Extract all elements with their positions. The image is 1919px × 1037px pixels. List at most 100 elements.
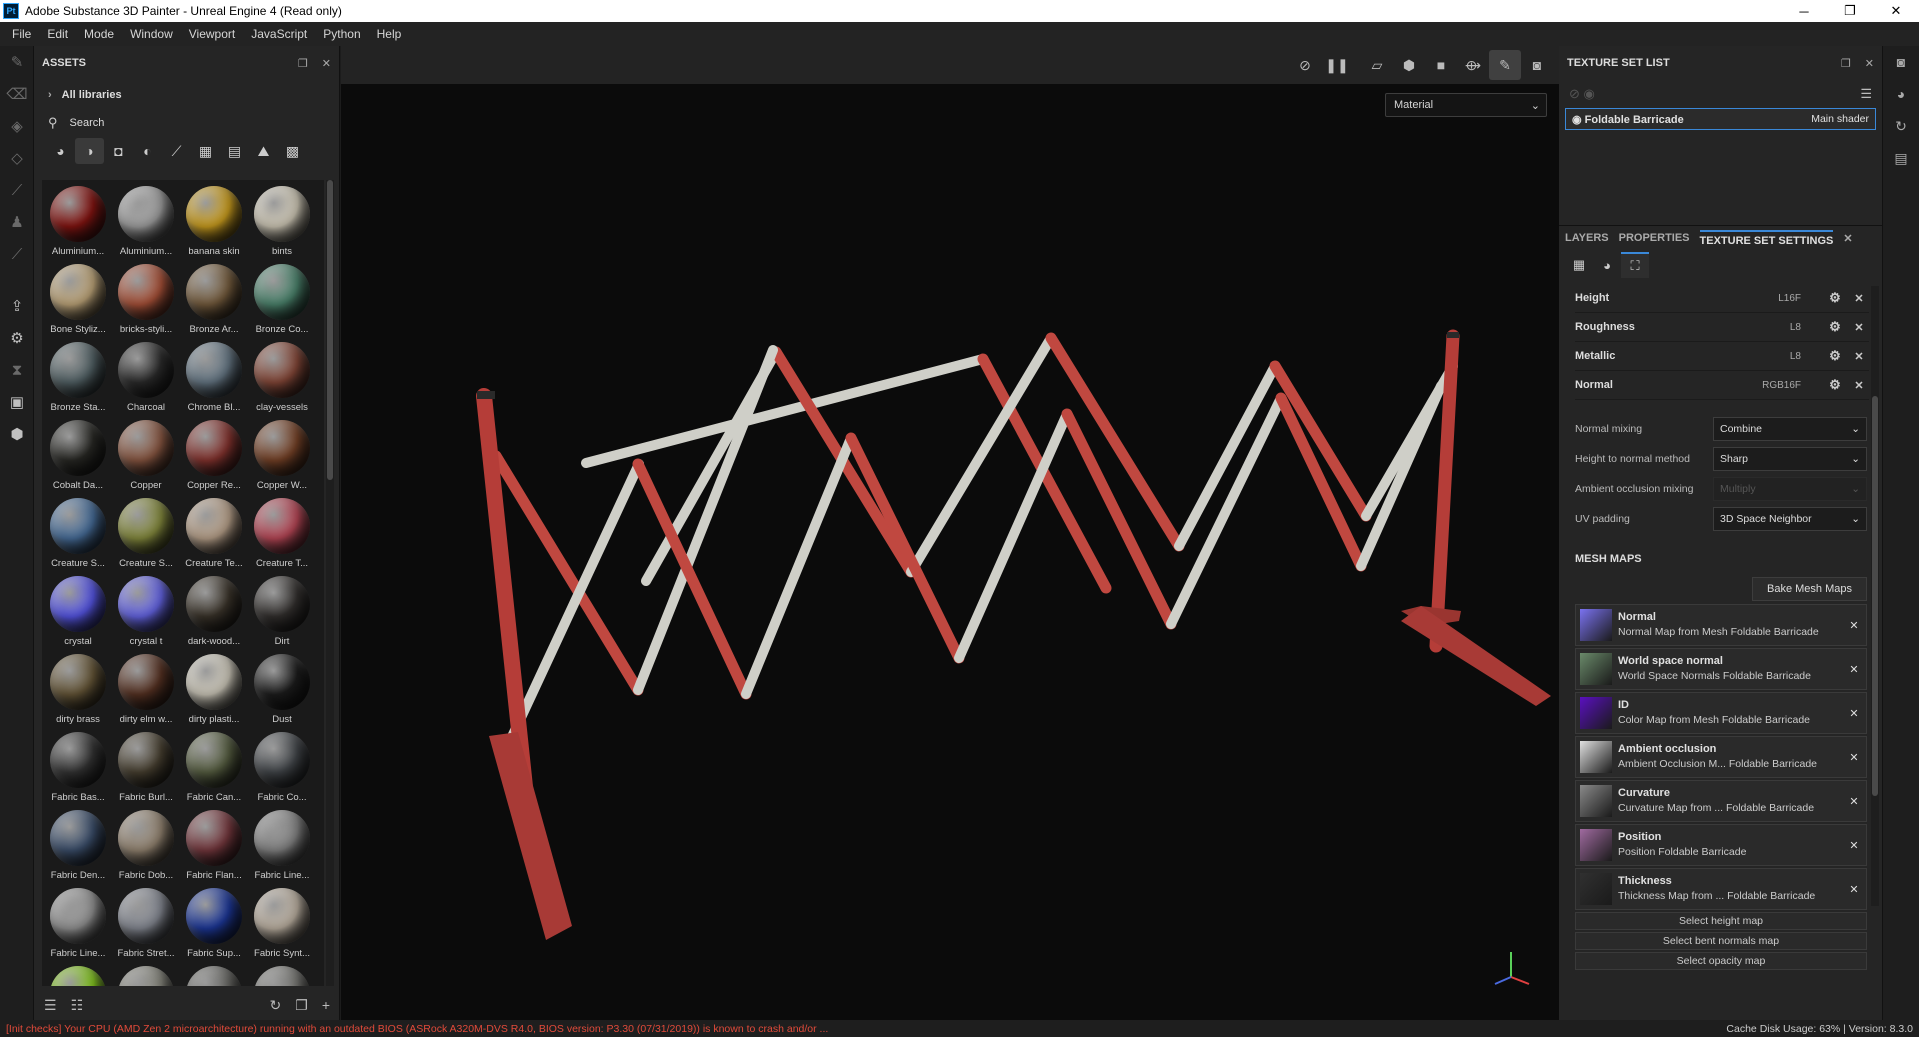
channel-format[interactable]: L16F: [1741, 293, 1801, 304]
generators-filter-icon[interactable]: ◐: [133, 138, 162, 164]
material-item[interactable]: Copper W...: [248, 420, 316, 498]
channel-format[interactable]: RGB16F: [1741, 380, 1801, 391]
environments-filter-icon[interactable]: ⛰: [249, 138, 278, 164]
material-item[interactable]: banana skin: [180, 186, 248, 264]
properties-scroll-thumb[interactable]: [1872, 396, 1878, 796]
material-item[interactable]: Fabric Line...: [248, 810, 316, 888]
channel-format[interactable]: L8: [1741, 351, 1801, 362]
material-item[interactable]: bints: [248, 186, 316, 264]
refresh-icon[interactable]: ↻: [270, 997, 282, 1014]
remove-map-icon[interactable]: ✕: [1842, 883, 1866, 896]
material-item[interactable]: Creature T...: [248, 498, 316, 576]
display-settings-icon[interactable]: ◙: [1883, 46, 1919, 78]
material-item[interactable]: Fabric Burl...: [112, 732, 180, 810]
material-item[interactable]: Fabric Line...: [44, 888, 112, 966]
assets-scroll-thumb[interactable]: [327, 180, 333, 480]
remove-map-icon[interactable]: ✕: [1842, 707, 1866, 720]
tab-properties[interactable]: PROPERTIES: [1619, 232, 1690, 244]
history-icon[interactable]: ↻: [1883, 110, 1919, 142]
texture-set-row[interactable]: ◉ Foldable Barricade Main shader: [1565, 108, 1876, 130]
library-selector[interactable]: › All libraries: [34, 80, 339, 110]
uv-icon[interactable]: ⛶: [1621, 252, 1649, 278]
material-item[interactable]: Fabric Sup...: [180, 888, 248, 966]
gear-icon[interactable]: ⚙: [1821, 319, 1849, 335]
menu-javascript[interactable]: JavaScript: [243, 27, 315, 41]
select-map-button[interactable]: Select bent normals map: [1575, 932, 1867, 950]
material-item[interactable]: Creature Te...: [180, 498, 248, 576]
material-item[interactable]: Dust: [248, 654, 316, 732]
material-item[interactable]: Fabric Synt...: [248, 888, 316, 966]
remove-channel-icon[interactable]: ✕: [1849, 350, 1869, 363]
material-item[interactable]: Dirt: [248, 576, 316, 654]
material-item[interactable]: Aluminium...: [112, 186, 180, 264]
share-icon[interactable]: ⬢: [0, 418, 34, 450]
close-tab-icon[interactable]: ✕: [1843, 232, 1852, 245]
material-item[interactable]: Fabric Bas...: [44, 732, 112, 810]
float-icon[interactable]: ❐: [298, 58, 308, 70]
tab-layers[interactable]: LAYERS: [1565, 232, 1609, 244]
smart-materials-filter-icon[interactable]: ◑: [75, 138, 104, 164]
select-map-button[interactable]: Select opacity map: [1575, 952, 1867, 970]
mesh-map-slot[interactable]: Position Position Foldable Barricade ✕: [1575, 824, 1867, 866]
shader-label[interactable]: Main shader: [1811, 113, 1869, 125]
mesh-map-slot[interactable]: World space normal World Space Normals Fo…: [1575, 648, 1867, 690]
projection-icon[interactable]: ◈: [0, 110, 34, 142]
material-item[interactable]: crystal: [44, 576, 112, 654]
material-item[interactable]: crystal t: [112, 576, 180, 654]
remove-channel-icon[interactable]: ✕: [1849, 379, 1869, 392]
remove-map-icon[interactable]: ✕: [1842, 751, 1866, 764]
eye-icon[interactable]: ◉: [1584, 86, 1595, 101]
search-input[interactable]: ⚲ Search: [34, 110, 339, 136]
material-item[interactable]: Creature S...: [112, 498, 180, 576]
masks-filter-icon[interactable]: ◘: [104, 138, 133, 164]
select-map-button[interactable]: Select height map: [1575, 912, 1867, 930]
material-item[interactable]: Creature S...: [44, 498, 112, 576]
gear-icon[interactable]: ⚙: [1821, 377, 1849, 393]
material-item[interactable]: Bronze Co...: [248, 264, 316, 342]
menu-mode[interactable]: Mode: [76, 27, 122, 41]
close-panel-icon[interactable]: ✕: [322, 58, 331, 70]
material-item[interactable]: Fabric Den...: [44, 810, 112, 888]
material-item[interactable]: Copper: [112, 420, 180, 498]
material-item[interactable]: Charcoal: [112, 342, 180, 420]
close-panel-icon[interactable]: ✕: [1865, 58, 1874, 70]
material-item[interactable]: Aluminium...: [44, 186, 112, 264]
properties-scrollbar[interactable]: [1871, 286, 1879, 906]
shader-icon[interactable]: ◕: [1593, 252, 1621, 278]
material-item[interactable]: Cobalt Da...: [44, 420, 112, 498]
material-item[interactable]: Chrome Bl...: [180, 342, 248, 420]
material-item[interactable]: dirty elm w...: [112, 654, 180, 732]
remove-map-icon[interactable]: ✕: [1842, 619, 1866, 632]
mesh-map-slot[interactable]: Ambient occlusion Ambient Occlusion M... …: [1575, 736, 1867, 778]
eye-icon[interactable]: ◉: [1572, 114, 1582, 126]
screenshot-icon[interactable]: ▣: [0, 386, 34, 418]
grid-view-icon[interactable]: ▩: [278, 138, 307, 164]
shader-settings-icon[interactable]: ◕: [1883, 78, 1919, 110]
material-item[interactable]: Bronze Ar...: [180, 264, 248, 342]
minimize-button[interactable]: ─: [1781, 4, 1827, 19]
gear-icon[interactable]: ⚙: [1821, 348, 1849, 364]
material-item[interactable]: Fabric Can...: [180, 732, 248, 810]
remove-map-icon[interactable]: ✕: [1842, 839, 1866, 852]
option-select[interactable]: 3D Space Neighbor ⌄: [1713, 507, 1867, 531]
remove-map-icon[interactable]: ✕: [1842, 663, 1866, 676]
material-item[interactable]: dark-wood...: [180, 576, 248, 654]
add-icon[interactable]: +: [322, 997, 330, 1013]
group-view-icon[interactable]: ☷: [71, 997, 84, 1014]
channels-icon[interactable]: ▦: [1565, 252, 1593, 278]
polygon-fill-icon[interactable]: ◇: [0, 142, 34, 174]
list-view-icon[interactable]: ☰: [44, 997, 57, 1014]
new-window-icon[interactable]: ❐: [295, 997, 308, 1014]
particles-filter-icon[interactable]: ▦: [191, 138, 220, 164]
maximize-button[interactable]: ❐: [1827, 3, 1873, 19]
menu-python[interactable]: Python: [315, 27, 368, 41]
menu-icon[interactable]: ☰: [1860, 86, 1872, 102]
menu-help[interactable]: Help: [369, 27, 410, 41]
material-item[interactable]: [248, 966, 316, 986]
menu-window[interactable]: Window: [122, 27, 181, 41]
material-item[interactable]: Copper Re...: [180, 420, 248, 498]
textures-filter-icon[interactable]: ▤: [220, 138, 249, 164]
material-item[interactable]: Fabric Dob...: [112, 810, 180, 888]
viewport[interactable]: ⊘ ❚❚ ▱ ⬢ ■ ⟴ ✎ ◙ Material ⌄: [341, 46, 1559, 1020]
material-item[interactable]: Bone Styliz...: [44, 264, 112, 342]
